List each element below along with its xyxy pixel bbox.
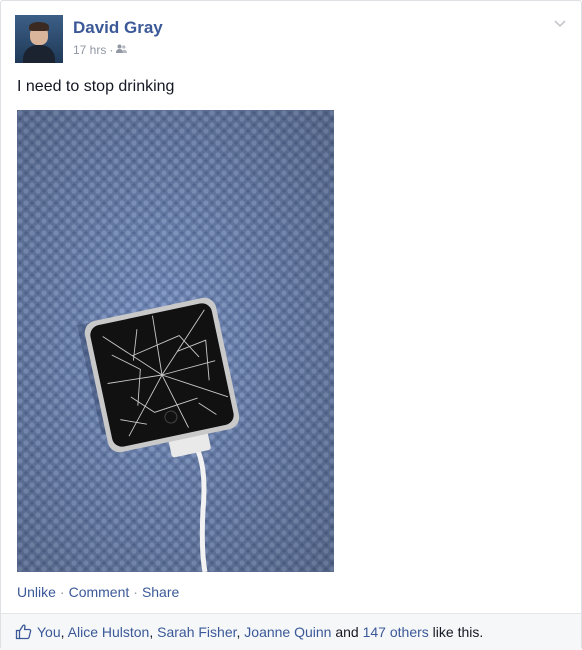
thumbs-up-icon — [15, 623, 32, 640]
like-you[interactable]: You — [37, 624, 61, 640]
meta-separator: · — [109, 43, 114, 57]
like-comma: , — [149, 624, 154, 640]
like-sentence: You, Alice Hulston, Sarah Fisher, Joanne… — [37, 624, 483, 640]
friends-icon[interactable] — [116, 43, 128, 57]
comment-link[interactable]: Comment — [69, 584, 130, 600]
post-meta: 17 hrs · — [73, 43, 128, 57]
like-comma: , — [60, 624, 65, 640]
like-comma: , — [236, 624, 241, 640]
like-suffix: like this. — [432, 624, 484, 640]
cracked-ipod-photo — [17, 110, 334, 573]
like-person[interactable]: Alice Hulston — [68, 624, 150, 640]
like-others-link[interactable]: 147 others — [363, 624, 429, 640]
post-card: David Gray 17 hrs · I need to stop drink… — [0, 0, 582, 650]
like-and: and — [335, 624, 359, 640]
action-separator: · — [133, 584, 138, 600]
post-time[interactable]: 17 hrs — [73, 43, 106, 57]
unlike-link[interactable]: Unlike — [17, 584, 56, 600]
post-photo[interactable] — [17, 110, 334, 573]
like-summary-bar: You, Alice Hulston, Sarah Fisher, Joanne… — [1, 613, 581, 650]
chevron-down-icon[interactable] — [553, 17, 567, 31]
share-link[interactable]: Share — [142, 584, 179, 600]
like-person[interactable]: Sarah Fisher — [157, 624, 236, 640]
post-actions: Unlike · Comment · Share — [17, 584, 179, 600]
post-text: I need to stop drinking — [17, 78, 175, 95]
like-person[interactable]: Joanne Quinn — [244, 624, 331, 640]
author-name[interactable]: David Gray — [73, 18, 163, 38]
avatar-hair — [29, 22, 49, 31]
avatar-body — [23, 45, 55, 63]
action-separator: · — [59, 584, 65, 600]
avatar[interactable] — [15, 15, 63, 63]
